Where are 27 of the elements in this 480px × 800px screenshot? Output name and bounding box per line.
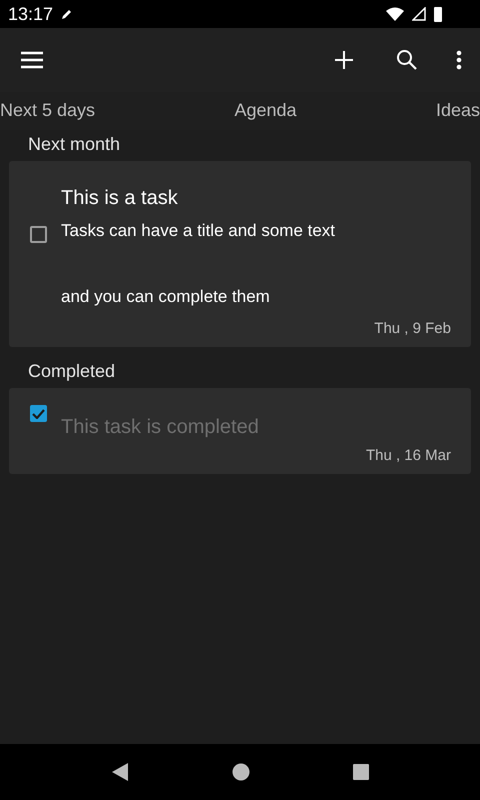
section-heading: Completed (27, 360, 116, 383)
task-date: Thu , 9 Feb (374, 320, 451, 337)
status-time: 13:17 (8, 4, 54, 24)
search-icon[interactable] (396, 49, 418, 71)
task-card[interactable]: This task is completed Thu , 16 Mar (9, 388, 471, 474)
task-checkbox[interactable] (30, 226, 47, 243)
home-icon[interactable] (232, 763, 250, 781)
tab[interactable]: Ideas (436, 100, 480, 122)
tab[interactable]: Agenda (234, 100, 297, 122)
back-icon[interactable] (111, 762, 130, 782)
more-options-icon[interactable] (456, 50, 462, 70)
battery-icon (434, 6, 442, 22)
task-title: This is a task (61, 186, 179, 211)
menu-icon[interactable] (20, 51, 44, 69)
task-checkbox[interactable] (30, 405, 47, 422)
task-date: Thu , 16 Mar (366, 447, 451, 464)
pencil-icon (61, 8, 74, 20)
tab[interactable]: Next 5 days (0, 100, 96, 122)
wifi-icon (386, 7, 404, 21)
section-heading: Next month (27, 133, 122, 156)
task-text: and you can complete them (61, 286, 271, 308)
signal-icon (412, 7, 426, 21)
task-text: Tasks can have a title and some text (61, 220, 336, 242)
task-title: This task is completed (61, 415, 259, 439)
recents-icon[interactable] (352, 764, 369, 780)
task-card[interactable]: This is a task Tasks can have a title and some text and you can complete them Thu , 9 Feb (9, 161, 471, 347)
add-icon[interactable] (334, 50, 354, 70)
